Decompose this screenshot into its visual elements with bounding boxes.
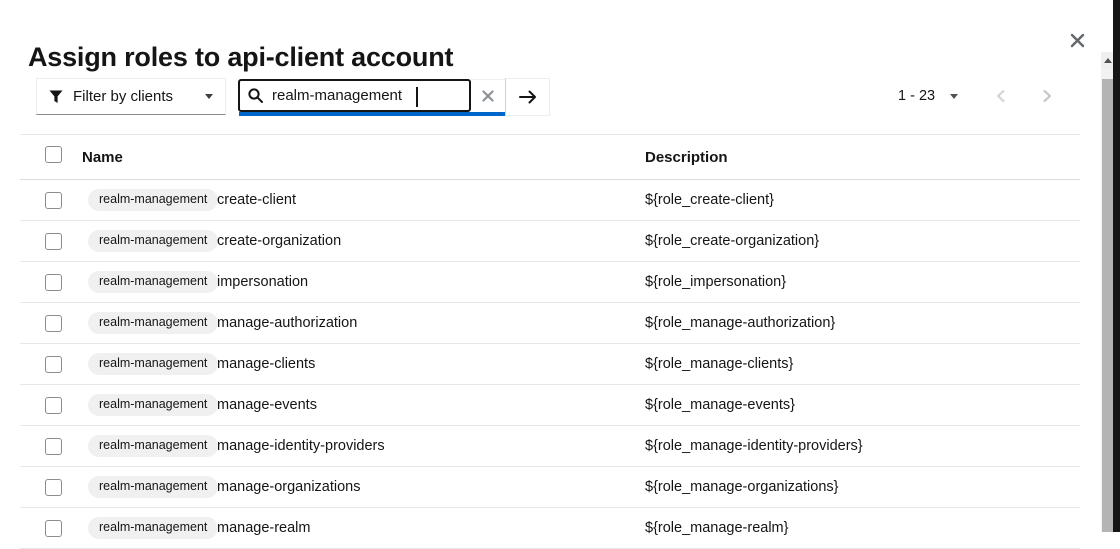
pagination-prev-button[interactable] [988,84,1012,108]
search-submit-button[interactable] [505,78,550,116]
select-all-checkbox[interactable] [45,146,62,163]
row-checkbox[interactable] [45,192,62,209]
role-description: ${role_create-organization} [645,233,820,249]
client-badge: realm-management [88,353,219,375]
role-description: ${role_manage-events} [645,397,795,413]
role-name: manage-authorization [217,315,358,331]
table-row: realm-management manage-events ${role_ma… [20,385,1080,426]
table-row: realm-management manage-clients ${role_m… [20,344,1080,385]
page-title: Assign roles to api-client account [28,42,454,73]
client-badge: realm-management [88,271,219,293]
window-edge [1113,0,1120,532]
chevron-left-icon [995,89,1006,103]
client-badge: realm-management [88,435,219,457]
client-badge: realm-management [88,189,219,211]
caret-down-icon [950,93,958,99]
column-header-name: Name [82,149,123,166]
role-description: ${role_manage-organizations} [645,479,839,495]
table-row: realm-management create-client ${role_cr… [20,180,1080,221]
pagination-range: 1 - 23 [898,88,936,104]
table-header-row: Name Description [20,135,1080,180]
row-checkbox[interactable] [45,274,62,291]
client-badge: realm-management [88,230,219,252]
role-description: ${role_manage-identity-providers} [645,438,863,454]
role-description: ${role_manage-clients} [645,356,794,372]
table-row: realm-management manage-organizations ${… [20,467,1080,508]
role-name: manage-clients [217,356,316,372]
pagination-options-toggle[interactable] [943,87,965,105]
pagination-next-button[interactable] [1035,84,1059,108]
row-checkbox[interactable] [45,438,62,455]
filter-select-label: Filter by clients [73,88,174,105]
arrow-right-icon [518,90,537,104]
column-header-description: Description [645,149,728,166]
role-description: ${role_impersonation} [645,274,787,290]
role-description: ${role_create-client} [645,192,774,208]
chevron-down-icon [205,94,213,99]
search-box [238,79,471,112]
clear-search-button[interactable] [471,79,505,112]
row-checkbox[interactable] [45,356,62,373]
client-badge: realm-management [88,517,219,539]
triangle-up-icon [1103,58,1112,63]
role-name: create-organization [217,233,342,249]
role-description: ${role_manage-realm} [645,520,789,536]
scrollbar-thumb[interactable] [1102,79,1113,532]
row-checkbox[interactable] [45,233,62,250]
filter-icon [49,90,63,104]
row-checkbox[interactable] [45,397,62,414]
table-row: realm-management manage-authorization ${… [20,303,1080,344]
chevron-right-icon [1042,89,1053,103]
role-name: manage-identity-providers [217,438,385,454]
role-name: manage-organizations [217,479,361,495]
close-button[interactable] [1064,28,1090,52]
text-cursor [416,87,418,107]
table-row: realm-management impersonation ${role_im… [20,262,1080,303]
clear-icon [482,90,494,102]
role-name: manage-events [217,397,317,413]
search-group [238,78,550,116]
search-focus-underline [239,112,505,116]
filter-type-select[interactable]: Filter by clients [36,78,226,115]
client-badge: realm-management [88,394,219,416]
row-checkbox[interactable] [45,479,62,496]
client-badge: realm-management [88,312,219,334]
table-row: realm-management manage-identity-provide… [20,426,1080,467]
search-icon [248,88,263,103]
role-name: impersonation [217,274,309,290]
role-name: create-client [217,192,296,208]
role-description: ${role_manage-authorization} [645,315,836,331]
close-icon [1070,33,1085,48]
row-checkbox[interactable] [45,315,62,332]
role-name: manage-realm [217,520,311,536]
table-row: realm-management create-organization ${r… [20,221,1080,262]
client-badge: realm-management [88,476,219,498]
row-checkbox[interactable] [45,520,62,537]
table-row: realm-management manage-realm ${role_man… [20,508,1080,549]
